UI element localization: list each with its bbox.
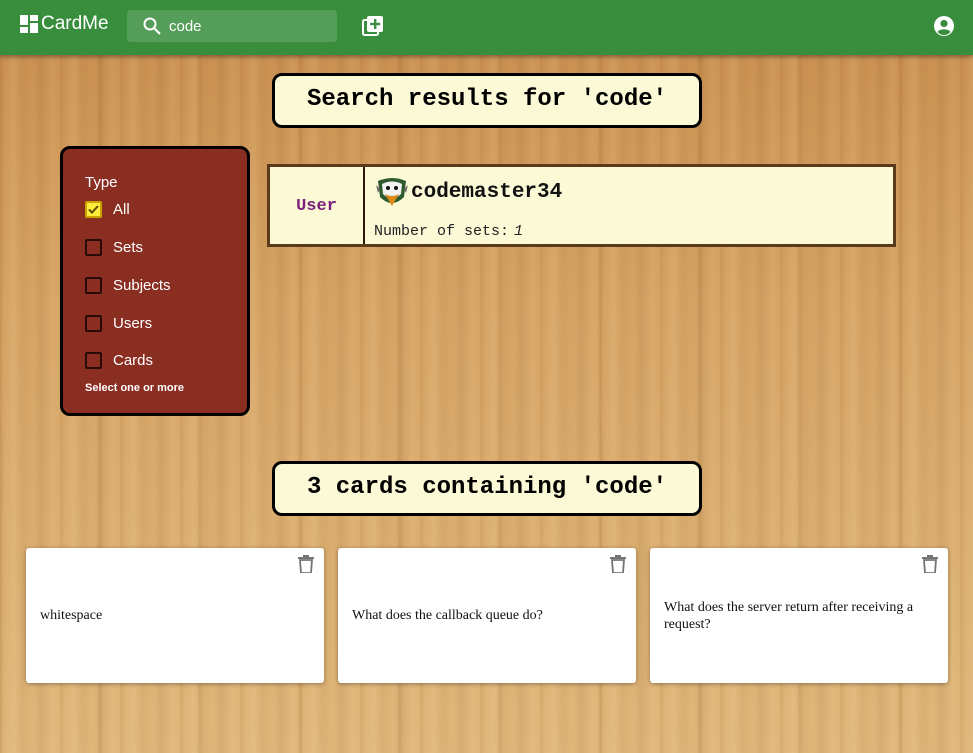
- filter-option-label: Sets: [113, 238, 144, 256]
- result-username[interactable]: codemaster34: [411, 181, 562, 204]
- card-item[interactable]: whitespace: [26, 548, 324, 683]
- top-app-bar: CardMe: [0, 0, 973, 55]
- search-icon: [143, 17, 161, 35]
- user-result-row[interactable]: User codemaster34 Number of sets: 1: [267, 164, 896, 247]
- cards-heading: 3 cards containing 'code': [272, 461, 702, 516]
- result-sets-count: Number of sets: 1: [374, 223, 523, 240]
- filter-option-cards[interactable]: Cards: [85, 350, 153, 370]
- filter-title: Type: [85, 174, 118, 191]
- sets-count-label: Number of sets:: [374, 223, 510, 240]
- account-circle-icon[interactable]: [933, 15, 955, 37]
- checkbox-icon[interactable]: [85, 276, 102, 294]
- filter-option-users[interactable]: Users: [85, 313, 152, 333]
- checkbox-icon[interactable]: [85, 351, 102, 369]
- filter-option-label: All: [113, 200, 130, 218]
- brand[interactable]: CardMe: [20, 13, 109, 35]
- card-item[interactable]: What does the server return after receiv…: [650, 548, 948, 683]
- dashboard-icon: [20, 15, 38, 33]
- filter-option-sets[interactable]: Sets: [85, 237, 143, 257]
- card-item[interactable]: What does the callback queue do?: [338, 548, 636, 683]
- type-filter-panel: Type All Sets Subjects Users Cards Selec…: [60, 146, 250, 416]
- sets-count-value: 1: [514, 223, 524, 240]
- checkbox-icon[interactable]: [85, 238, 102, 256]
- search-box[interactable]: [127, 10, 337, 42]
- filter-option-label: Cards: [113, 351, 154, 369]
- search-results-heading: Search results for 'code': [272, 73, 702, 128]
- checkbox-icon[interactable]: [85, 200, 102, 218]
- search-input[interactable]: [169, 16, 329, 36]
- avatar: [376, 178, 408, 206]
- checkbox-icon[interactable]: [85, 314, 102, 332]
- filter-option-label: Users: [113, 314, 153, 332]
- result-type-label: User: [270, 167, 365, 244]
- card-text: What does the server return after receiv…: [664, 599, 914, 632]
- filter-option-all[interactable]: All: [85, 199, 130, 219]
- app-name: CardMe: [41, 13, 109, 34]
- card-text: What does the callback queue do?: [352, 608, 543, 623]
- filter-option-subjects[interactable]: Subjects: [85, 275, 171, 295]
- filter-option-label: Subjects: [113, 276, 171, 294]
- card-text: whitespace: [40, 608, 103, 623]
- add-box-icon[interactable]: [362, 15, 384, 37]
- filter-help-text: Select one or more: [85, 382, 185, 394]
